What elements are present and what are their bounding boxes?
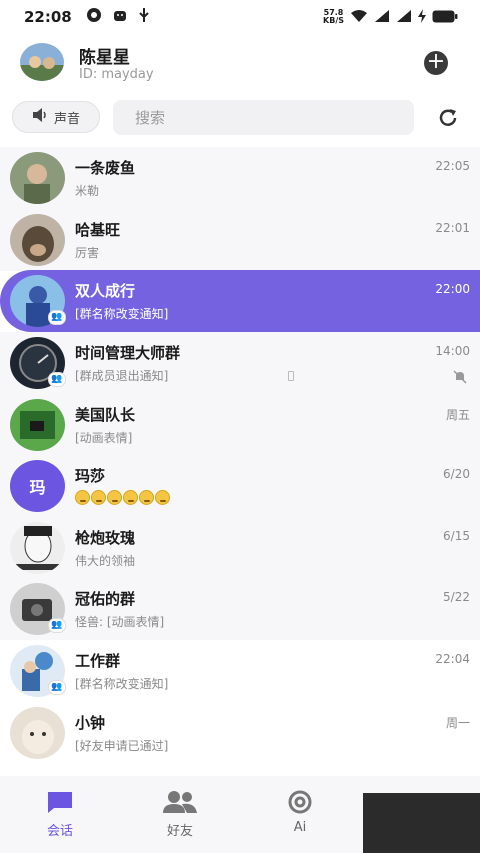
avatar[interactable] <box>20 43 64 81</box>
conversation-name: 哈基旺 <box>75 221 121 239</box>
avatar-letter: 玛 <box>29 478 46 497</box>
group-badge-icon: 👥 <box>48 680 66 695</box>
conversation-time: 6/15 <box>443 529 470 543</box>
group-badge-icon: 👥 <box>48 310 66 325</box>
avatar: 玛 <box>10 460 65 512</box>
conversation-name: 时间管理大师群 <box>75 344 181 362</box>
conversation-item[interactable]: 小钟 [好友申请已通过] 周一 <box>0 702 480 764</box>
conversation-name: 小钟 <box>75 714 106 732</box>
tab-label: Ai <box>293 820 307 835</box>
conversation-message: [群成员退出通知] <box>75 369 169 383</box>
network-speed: 57.8 KB/S <box>323 9 344 25</box>
refresh-button[interactable] <box>436 106 460 130</box>
conversation-name: 一条废鱼 <box>75 159 136 177</box>
emoji-icon <box>155 490 170 505</box>
conversation-message: 伟大的领袖 <box>75 554 136 568</box>
emoji-message <box>75 490 170 505</box>
sound-button[interactable]: 声音 <box>12 101 100 133</box>
conversation-item[interactable]: 玛 玛莎 6/20 <box>0 455 480 517</box>
avatar <box>10 214 65 266</box>
toolbar: 声音 <box>0 94 480 144</box>
tab-ai[interactable]: Ai <box>260 790 340 835</box>
chat-bubble-icon <box>86 7 102 27</box>
emoji-icon <box>107 490 122 505</box>
charging-icon <box>418 9 426 25</box>
plus-icon: + <box>426 49 446 74</box>
chat-icon <box>48 792 72 813</box>
group-badge-icon: 👥 <box>48 372 66 387</box>
conversation-message: [群名称改变通知] <box>75 677 169 691</box>
avatar <box>10 522 65 574</box>
status-time: 22:08 <box>24 8 72 26</box>
emoji-icon <box>123 490 138 505</box>
battery-icon <box>432 10 458 25</box>
speed-unit: KB/S <box>323 16 344 25</box>
search-input[interactable] <box>113 100 414 135</box>
friends-icon <box>163 791 197 813</box>
sound-label: 声音 <box>53 111 80 127</box>
conversation-item[interactable]: 👥 工作群 [群名称改变通知] 22:04 <box>0 640 480 702</box>
conversation-list: 一条废鱼 米勒 22:05 哈基旺 厉害 22:01 👥 双人成行 [群名称改变… <box>0 147 480 773</box>
avatar <box>10 707 65 759</box>
conversation-name: 工作群 <box>75 652 121 670</box>
conversation-message: 厉害 <box>75 246 100 260</box>
profile-header: 陈星星 ID: mayday + <box>0 34 480 94</box>
conversation-item[interactable]: 美国队长 [动画表情] 周五 <box>0 394 480 456</box>
tab-label: 会话 <box>46 824 73 839</box>
profile-name: 陈星星 <box>79 48 130 68</box>
usb-icon <box>138 7 150 27</box>
emoji-icon <box>91 490 106 505</box>
muted-bell-icon <box>453 369 467 384</box>
cursor-icon <box>288 371 294 381</box>
tab-friends[interactable]: 好友 <box>140 790 220 839</box>
conversation-name: 美国队长 <box>75 406 136 424</box>
conversation-name: 枪炮玫瑰 <box>75 529 136 547</box>
profile-id: ID: mayday <box>79 67 154 82</box>
tab-chats[interactable]: 会话 <box>20 790 100 839</box>
conversation-message: 怪兽: [动画表情] <box>75 615 165 629</box>
conversation-item[interactable]: 一条废鱼 米勒 22:05 <box>0 147 480 209</box>
conversation-message: [群名称改变通知] <box>75 307 169 321</box>
conversation-item[interactable]: 👥 双人成行 [群名称改变通知] 22:00 <box>0 270 480 332</box>
signal-icon <box>374 9 390 25</box>
android-icon <box>112 7 128 27</box>
conversation-item[interactable]: 枪炮玫瑰 伟大的领袖 6/15 <box>0 517 480 579</box>
avatar <box>10 399 65 451</box>
avatar <box>10 152 65 204</box>
wifi-icon <box>350 9 368 25</box>
conversation-message: [动画表情] <box>75 431 133 445</box>
emoji-icon <box>139 490 154 505</box>
refresh-icon <box>439 109 457 126</box>
conversation-time: 周五 <box>445 408 470 422</box>
conversation-time: 22:01 <box>435 221 470 235</box>
conversation-time: 14:00 <box>435 344 470 358</box>
conversation-item[interactable]: 👥 时间管理大师群 [群成员退出通知] 14:00 <box>0 332 480 394</box>
conversation-time: 5/22 <box>443 590 470 604</box>
conversation-time: 22:04 <box>435 652 470 666</box>
speaker-icon <box>32 108 48 126</box>
conversation-message: [好友申请已通过] <box>75 739 169 753</box>
conversation-time: 22:00 <box>435 282 470 296</box>
conversation-item[interactable]: 👥 冠佑的群 怪兽: [动画表情] 5/22 <box>0 578 480 640</box>
conversation-time: 周一 <box>445 716 470 730</box>
add-button[interactable]: + <box>424 51 448 75</box>
overlay-panel <box>363 793 480 853</box>
tab-label: 好友 <box>166 824 193 839</box>
conversation-message: 米勒 <box>75 184 100 198</box>
conversation-time: 6/20 <box>443 467 470 481</box>
signal-icon-2 <box>396 9 412 25</box>
emoji-icon <box>75 490 90 505</box>
conversation-time: 22:05 <box>435 159 470 173</box>
conversation-name: 冠佑的群 <box>75 590 136 608</box>
conversation-name: 玛莎 <box>75 467 106 485</box>
conversation-item[interactable]: 哈基旺 厉害 22:01 <box>0 209 480 271</box>
status-bar: 22:08 57.8 KB/S <box>0 0 480 34</box>
conversation-name: 双人成行 <box>75 282 136 300</box>
group-badge-icon: 👥 <box>48 618 66 633</box>
at-icon <box>288 790 312 814</box>
